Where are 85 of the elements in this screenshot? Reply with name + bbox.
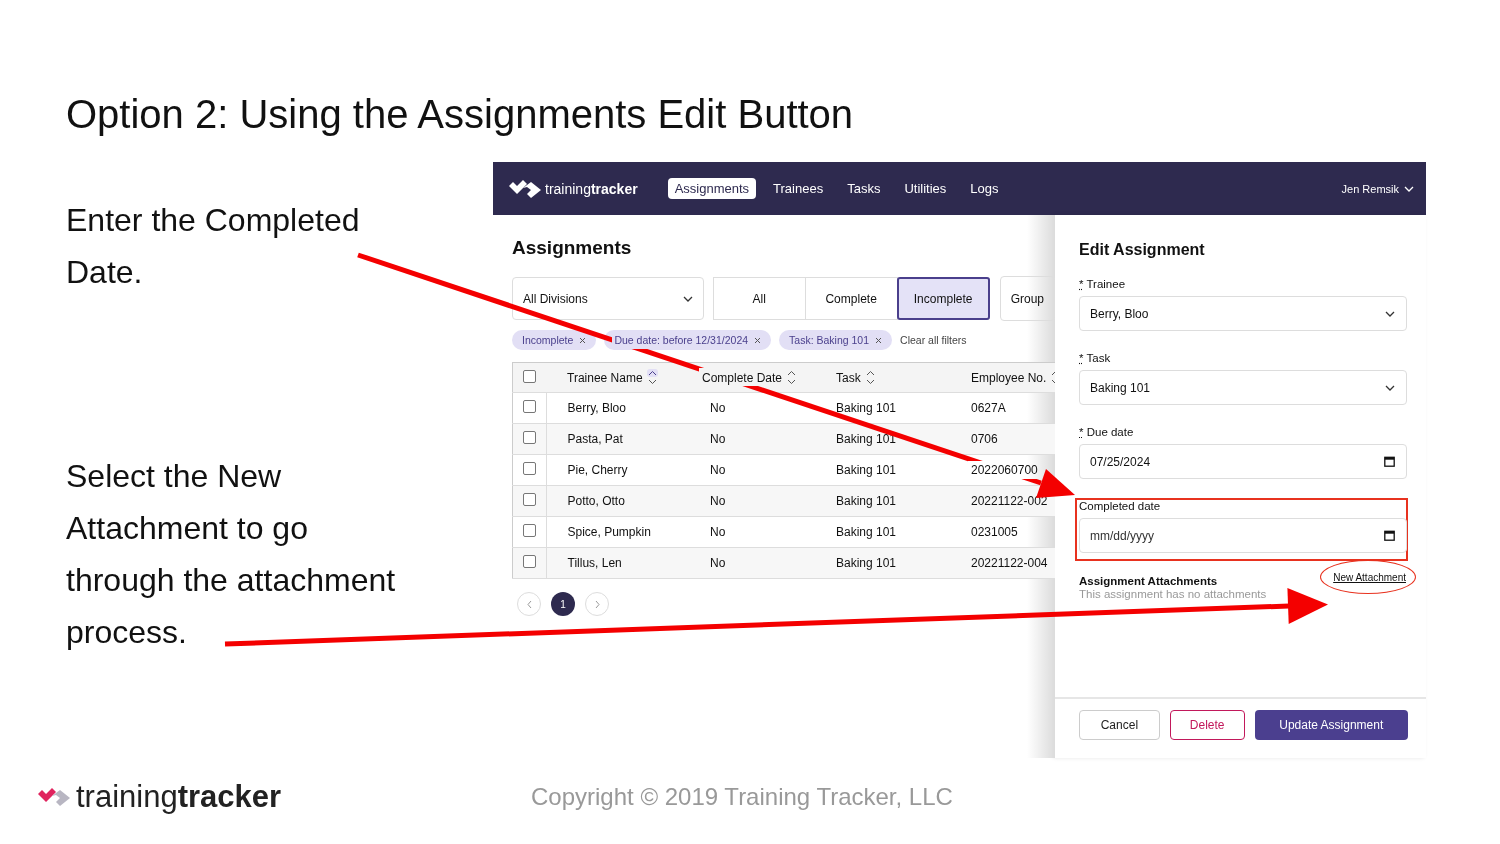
date-field[interactable]: 07/25/2024 — [1079, 444, 1407, 479]
table-cell: 0231005 — [971, 525, 1018, 539]
sort-icon[interactable] — [786, 369, 798, 386]
update-button[interactable]: Update Assignment — [1254, 710, 1408, 740]
date-field[interactable]: mm/dd/yyyy — [1079, 518, 1407, 553]
table-cell: 0627A — [971, 401, 1006, 415]
row-checkbox[interactable] — [522, 431, 536, 444]
instruction-text: Enter the Completed Date. — [66, 201, 361, 292]
table-cell: 2022060700 — [971, 463, 1038, 477]
table-cell: Baking 101 — [836, 494, 897, 508]
nav-tab[interactable]: Assignments — [667, 178, 757, 199]
page-button[interactable]: 1 — [551, 592, 575, 616]
table-cell: Berry, Bloo — [567, 401, 626, 415]
instruction-text: Select the New Attachment to go through the attachment process. — [66, 457, 397, 652]
chevron-down-icon — [682, 295, 693, 302]
status-filter-tab[interactable]: Complete — [804, 277, 898, 320]
table-cell: 20221122-004 — [971, 556, 1048, 570]
table-cell: Spice, Pumpkin — [567, 525, 651, 539]
footer-logo: trainingtracker — [76, 779, 282, 815]
section-heading: Assignment Attachments — [1079, 575, 1218, 587]
nav-tab[interactable]: Trainees — [766, 178, 831, 199]
table-cell: Potto, Otto — [567, 494, 625, 508]
panel-title: Edit Assignment — [1079, 241, 1206, 259]
close-icon[interactable] — [875, 336, 883, 344]
page-heading: Assignments — [512, 237, 633, 259]
table-cell: No — [710, 525, 726, 539]
status-filter-tab[interactable]: Incomplete — [896, 277, 990, 320]
app-logo: trainingtracker — [545, 180, 638, 197]
logo-icon — [36, 786, 72, 808]
select-all-checkbox[interactable] — [523, 369, 536, 383]
close-icon[interactable] — [754, 336, 762, 344]
table-cell: Tillus, Len — [567, 556, 622, 570]
calendar-icon[interactable] — [1384, 456, 1395, 467]
chevron-down-icon — [1404, 185, 1414, 192]
nav-tab[interactable]: Tasks — [840, 178, 888, 199]
field-label: Completed date — [1079, 500, 1162, 512]
chevron-left-icon — [526, 599, 532, 609]
chevron-down-icon — [1385, 310, 1395, 317]
row-checkbox[interactable] — [522, 524, 536, 537]
select-field[interactable]: Baking 101 — [1079, 370, 1407, 405]
table-cell: No — [710, 494, 726, 508]
copyright-text: Copyright © 2019 Training Tracker, LLC — [531, 783, 953, 811]
select-field[interactable]: Berry, Bloo — [1079, 296, 1407, 331]
table-cell: Pasta, Pat — [567, 432, 623, 446]
field-label: * Trainee — [1079, 278, 1127, 290]
table-cell: No — [710, 401, 726, 415]
table-cell: No — [710, 556, 726, 570]
slide-title: Option 2: Using the Assignments Edit Button — [65, 91, 855, 138]
table-cell: Baking 101 — [836, 463, 897, 477]
empty-message: This assignment has no attachments — [1079, 588, 1268, 600]
table-cell: Baking 101 — [836, 525, 897, 539]
sort-icon[interactable] — [864, 369, 876, 386]
new-attachment-link[interactable]: New Attachment — [1333, 572, 1406, 583]
user-menu[interactable]: Jen Remsik — [1341, 182, 1414, 195]
cancel-button[interactable]: Cancel — [1079, 710, 1160, 740]
filter-chip[interactable]: Task: Baking 101 — [779, 330, 893, 350]
status-filter-tab[interactable]: All — [712, 277, 806, 320]
logo-icon — [507, 177, 543, 200]
chevron-down-icon — [1385, 384, 1395, 391]
column-header[interactable]: Task — [836, 370, 861, 385]
table-cell: Baking 101 — [836, 401, 897, 415]
sort-icon[interactable] — [646, 369, 658, 386]
table-cell: 0706 — [971, 432, 998, 446]
nav-tab[interactable]: Utilities — [897, 178, 954, 199]
row-checkbox[interactable] — [522, 462, 536, 475]
delete-button[interactable]: Delete — [1169, 710, 1245, 740]
table-cell: Baking 101 — [836, 556, 897, 570]
field-label: * Due date — [1079, 426, 1135, 438]
table-cell: No — [710, 463, 726, 477]
table-cell: No — [710, 432, 726, 446]
row-checkbox[interactable] — [522, 555, 536, 568]
row-checkbox[interactable] — [522, 493, 536, 506]
close-icon[interactable] — [579, 336, 587, 344]
table-cell: Pie, Cherry — [567, 463, 628, 477]
row-checkbox[interactable] — [522, 400, 536, 413]
table-cell: 20221122-002 — [971, 494, 1048, 508]
division-select[interactable]: All Divisions — [512, 277, 704, 320]
table-cell: Baking 101 — [836, 432, 897, 446]
filter-chip[interactable]: Due date: before 12/31/2024 — [604, 330, 772, 350]
calendar-icon[interactable] — [1384, 530, 1395, 541]
field-label: * Task — [1079, 352, 1112, 364]
filter-chip[interactable]: Incomplete — [512, 330, 597, 350]
nav-tab[interactable]: Logs — [963, 178, 1006, 199]
clear-filters-link[interactable]: Clear all filters — [900, 334, 967, 346]
chevron-right-icon — [594, 599, 600, 609]
